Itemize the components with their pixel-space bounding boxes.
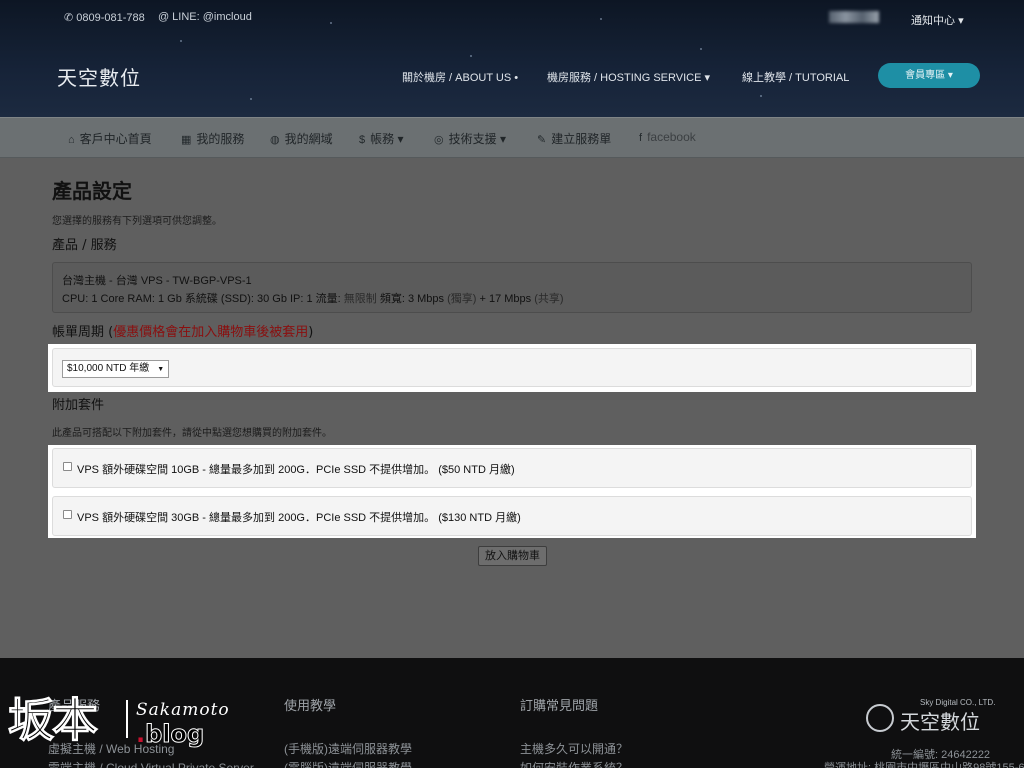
blog-watermark: 坂本 Sakamoto .blog — [8, 693, 230, 749]
subnav-open-ticket[interactable]: ✎ 建立服務單 — [537, 130, 611, 147]
product-config-main: 產品設定 您選擇的服務有下列選項可供您調整。 產品 / 服務 台灣主機 - 台灣… — [0, 158, 1024, 658]
dollar-icon: $ — [359, 134, 366, 146]
home-icon: ⌂ — [68, 134, 75, 146]
user-name-blurred[interactable] — [829, 11, 879, 23]
list-icon: ▦ — [181, 134, 192, 146]
notification-center-menu[interactable]: 通知中心 ▾ — [911, 12, 964, 28]
add-to-cart-button[interactable]: 放入購物車 — [478, 546, 547, 566]
contact-line[interactable]: @ LINE: @imcloud — [158, 11, 252, 23]
addons-section: VPS 額外硬碟空間 10GB - 總量最多加到 200G．PCIe SSD 不… — [48, 445, 976, 538]
addon-item[interactable]: VPS 額外硬碟空間 10GB - 總量最多加到 200G．PCIe SSD 不… — [52, 448, 972, 488]
globe-icon: ◍ — [270, 134, 280, 146]
site-logo[interactable]: 天空數位 — [57, 62, 141, 91]
footer-link[interactable]: 主機多久可以開通？ — [520, 740, 628, 757]
nav-about[interactable]: 關於機房 / ABOUT US • — [402, 69, 518, 85]
product-heading: 產品 / 服務 — [52, 238, 117, 253]
page-title: 產品設定 — [52, 179, 132, 203]
caret-down-icon: ▾ — [947, 70, 953, 81]
caret-down-icon: ▾ — [499, 132, 506, 146]
star-decoration — [700, 48, 702, 50]
facebook-icon: f — [639, 132, 643, 144]
member-area-button[interactable]: 會員專區 ▾ — [878, 63, 980, 88]
product-specs: CPU: 1 Core RAM: 1 Gb 系統碟 (SSD): 30 Gb I… — [62, 293, 564, 305]
caret-down-icon: ▾ — [958, 15, 964, 27]
footer-faq-title: 訂購常見問題 — [520, 698, 599, 713]
star-decoration — [250, 98, 252, 100]
footer-address: 營運地址: 桃園市中壢區中山路98號155-6 — [824, 762, 1024, 768]
billing-cycle-select[interactable]: $10,000 NTD 年繳 ▼ — [62, 360, 170, 378]
subnav-my-domains[interactable]: ◍ 我的網域 — [270, 130, 333, 147]
addons-description: 此產品可搭配以下附加套件，請從中點選您想購買的附加套件。 — [52, 428, 332, 439]
nav-hosting-service[interactable]: 機房服務 / HOSTING SERVICE ▾ — [547, 69, 710, 85]
subnav-facebook[interactable]: f facebook — [639, 130, 696, 144]
site-header: ✆ 0809-081-788 @ LINE: @imcloud 通知中心 ▾ 天空數… — [0, 0, 1024, 117]
addon-item[interactable]: VPS 額外硬碟空間 30GB - 總量最多加到 200G．PCIe SSD 不… — [52, 496, 972, 536]
client-area-nav: ⌂ 客戶中心首頁 ▦ 我的服務 ◍ 我的網域 $ 帳務 ▾ ◎ 技術支援 ▾ ✎ 建立服務單… — [0, 117, 1024, 158]
nav-tutorial[interactable]: 線上教學 / TUTORIAL — [742, 69, 849, 85]
addons-heading: 附加套件 — [52, 398, 105, 413]
lifebuoy-icon: ◎ — [434, 134, 444, 146]
subnav-my-services[interactable]: ▦ 我的服務 — [181, 130, 244, 147]
billing-cycle-section: $10,000 NTD 年繳 ▼ — [48, 344, 976, 392]
star-decoration — [760, 95, 762, 97]
page-description: 您選擇的服務有下列選項可供您調整。 — [52, 216, 222, 227]
subnav-support[interactable]: ◎ 技術支援 ▾ — [434, 130, 506, 147]
at-icon: @ — [158, 11, 170, 23]
promo-note: 優惠價格會在加入購物車後被套用 — [113, 325, 309, 340]
star-decoration — [330, 22, 332, 24]
addon-checkbox[interactable] — [63, 462, 72, 471]
footer-link[interactable]: 如何安裝作業系統？ — [520, 759, 628, 768]
watermark-divider — [126, 700, 128, 738]
contact-phone: ✆ 0809-081-788 — [64, 12, 145, 24]
addon-label: VPS 額外硬碟空間 10GB - 總量最多加到 200G．PCIe SSD 不… — [77, 464, 515, 476]
billing-cycle-heading: 帳單周期 (優惠價格會在加入購物車後被套用) — [52, 325, 314, 340]
star-decoration — [600, 18, 602, 20]
subnav-billing[interactable]: $ 帳務 ▾ — [359, 130, 404, 147]
dot-icon: • — [514, 72, 519, 84]
addon-checkbox[interactable] — [63, 510, 72, 519]
footer-link[interactable]: (電腦版)遠端伺服器教學 — [284, 759, 412, 768]
product-summary: 台灣主機 - 台灣 VPS - TW-BGP-VPS-1 CPU: 1 Core… — [52, 262, 972, 313]
product-name: 台灣主機 - 台灣 VPS - TW-BGP-VPS-1 — [62, 275, 252, 287]
star-decoration — [470, 55, 472, 57]
edit-icon: ✎ — [537, 134, 547, 146]
star-decoration — [180, 40, 182, 42]
billing-cycle-panel: $10,000 NTD 年繳 ▼ — [52, 348, 972, 387]
addon-label: VPS 額外硬碟空間 30GB - 總量最多加到 200G．PCIe SSD 不… — [77, 512, 521, 524]
brand-logo-icon — [866, 704, 894, 732]
footer-tutorial-title: 使用教學 — [284, 698, 337, 713]
footer-link[interactable]: (手機版)遠端伺服器教學 — [284, 740, 412, 757]
caret-down-icon: ▾ — [704, 72, 711, 84]
subnav-client-home[interactable]: ⌂ 客戶中心首頁 — [68, 130, 152, 147]
phone-icon: ✆ — [64, 12, 74, 24]
caret-down-icon: ▾ — [397, 132, 404, 146]
select-arrow-icon: ▼ — [157, 366, 165, 373]
